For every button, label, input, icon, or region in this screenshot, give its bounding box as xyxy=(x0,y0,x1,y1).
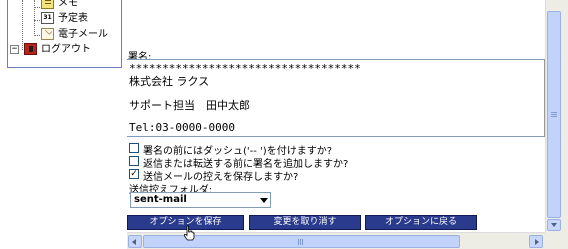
checkbox[interactable] xyxy=(129,143,139,153)
options-panel: 署名: *********************************** … xyxy=(127,0,545,249)
sidebar-item-label: 予定表 xyxy=(58,13,88,24)
tree-connector xyxy=(34,20,40,21)
sent-folder-value: sent-mail xyxy=(134,194,187,205)
grip-line xyxy=(298,239,299,245)
sidebar-item-label: メモ xyxy=(58,0,78,9)
arrow-left-icon xyxy=(132,239,136,245)
mail-icon xyxy=(41,28,54,40)
sidebar-item-label: ログアウト xyxy=(41,44,91,55)
checkbox-checked[interactable]: ✓ xyxy=(129,169,139,179)
tree-connector xyxy=(22,0,23,50)
scroll-right-button[interactable] xyxy=(529,235,543,248)
window-edge xyxy=(561,0,568,249)
checkbox[interactable] xyxy=(129,156,139,166)
hand-pointer-cursor-icon xyxy=(184,225,195,241)
logout-icon xyxy=(24,43,37,55)
calendar-icon: 31 xyxy=(41,12,54,24)
tree-connector xyxy=(34,7,40,8)
arrow-right-icon xyxy=(535,239,539,245)
grip-line xyxy=(551,112,557,113)
vertical-scroll-thumb[interactable] xyxy=(547,11,561,218)
scroll-left-button[interactable] xyxy=(128,235,142,248)
back-to-options-button[interactable]: オプションに戻る xyxy=(365,215,477,230)
scroll-down-button[interactable] xyxy=(547,219,561,231)
grip-line xyxy=(302,239,303,245)
cancel-changes-button[interactable]: 変更を取り消す xyxy=(249,215,361,230)
vertical-scrollbar[interactable] xyxy=(545,0,561,232)
sent-folder-select[interactable]: sent-mail xyxy=(130,192,271,208)
signature-line: サポート担当 田中太郎 xyxy=(129,99,250,112)
grip-line xyxy=(551,116,557,117)
grip-line xyxy=(551,114,557,115)
chevron-down-icon xyxy=(260,198,268,203)
grip-line xyxy=(300,239,301,245)
tree-connector xyxy=(34,35,40,36)
signature-textarea[interactable]: *********************************** 株式会社… xyxy=(127,59,545,137)
signature-line: Tel:03-0000-0000 xyxy=(129,121,235,134)
scrollbar-corner xyxy=(545,232,561,249)
collapse-toggle-icon[interactable]: − xyxy=(10,45,19,54)
sidebar-nav: メモ 31 予定表 電子メール − ログアウト xyxy=(7,0,122,68)
tree-connector xyxy=(34,0,35,36)
arrow-down-icon xyxy=(551,223,557,227)
sidebar-item-label: 電子メール xyxy=(58,29,108,40)
signature-line: 株式会社 ラクス xyxy=(129,75,210,88)
memo-icon xyxy=(41,0,54,9)
